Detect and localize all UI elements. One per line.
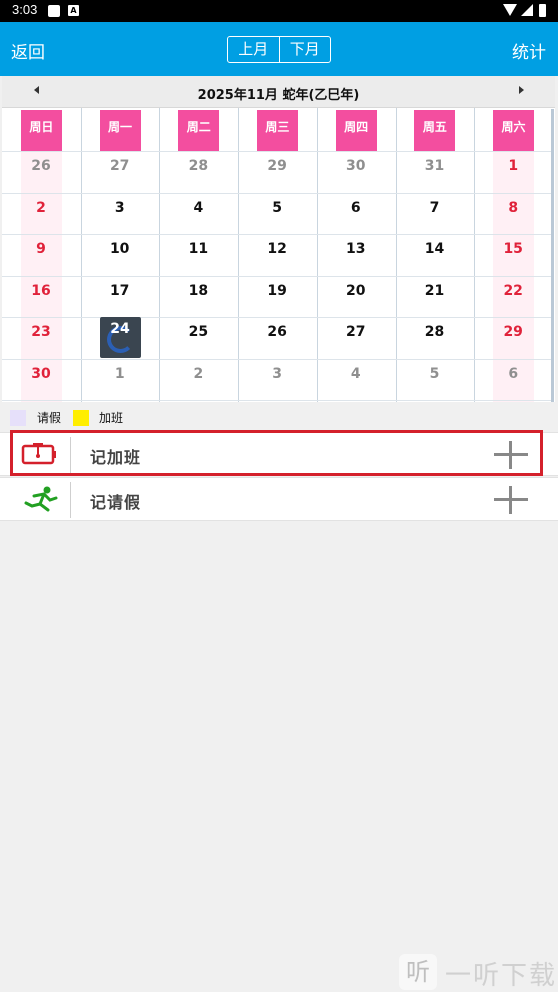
overtime-legend-label: 加班 [99,411,124,425]
calendar-day[interactable]: 31 [396,154,474,178]
status-bar: 3:03 A [0,0,558,22]
watermark-text: 一听下载 [445,961,558,991]
calendar-day[interactable]: 8 [474,196,552,220]
add-overtime-plus-icon[interactable] [494,441,528,469]
row-divider [2,151,553,152]
today-day-cell[interactable]: 24 [99,317,141,358]
add-leave-plus-icon[interactable] [494,486,528,514]
legend: 请假 加班 [0,404,558,430]
row-divider [2,358,553,360]
calendar-day[interactable]: 27 [317,320,395,344]
calendar-day[interactable]: 3 [238,362,316,386]
calendar-day[interactable]: 26 [238,320,316,344]
calendar-title: 2025年11月 蛇年(乙巳年) [197,88,360,103]
prev-month-button[interactable]: 上月 [228,37,280,62]
calendar-day[interactable]: 5 [396,362,474,386]
record-leave-row[interactable]: 记请假 [0,477,558,521]
calendar-day[interactable]: 5 [238,196,316,220]
signal-icon [521,4,533,16]
status-time: 3:03 [12,2,38,17]
calendar-day[interactable]: 11 [159,237,237,261]
today-day-number: 24 [110,321,130,337]
calendar-day[interactable]: 3 [81,196,159,220]
top-app-bar: 返回 上月 下月 统计 [0,22,558,76]
calendar-day[interactable]: 16 [2,279,80,303]
leave-swatch [10,410,26,426]
notification-icon [48,5,60,17]
record-overtime-row[interactable]: 记加班 [0,432,558,476]
next-arrow-icon[interactable] [519,86,524,94]
calendar-day[interactable]: 23 [2,320,80,344]
calendar-day[interactable]: 22 [474,279,552,303]
watermark-logo-icon: 听 [399,954,437,990]
calendar-day[interactable]: 30 [317,154,395,178]
calendar: 2025年11月 蛇年(乙巳年) 周日 周一 周二 周三 周四 周五 周六 26 27 28 29 3… [2,76,555,402]
calendar-day[interactable]: 10 [81,237,159,261]
weekday-header: 周五 [414,110,456,151]
weekday-header: 周三 [256,110,298,151]
calendar-day[interactable]: 17 [81,279,159,303]
calendar-day[interactable]: 6 [317,196,395,220]
calendar-day[interactable]: 29 [474,320,552,344]
app-notification-icon: A [68,5,79,16]
calendar-day[interactable]: 26 [2,154,80,178]
divider [70,482,71,518]
row-divider [2,234,553,235]
calendar-scrollbar [551,109,554,402]
calendar-day[interactable]: 30 [2,362,80,386]
statistics-button[interactable]: 统计 [512,38,546,63]
calendar-day[interactable]: 15 [474,237,552,261]
row-divider [2,317,553,318]
calendar-day[interactable]: 1 [474,154,552,178]
calendar-day[interactable]: 20 [317,279,395,303]
calendar-day[interactable]: 2 [2,196,80,220]
calendar-day[interactable]: 27 [81,154,159,178]
calendar-day[interactable]: 4 [159,196,237,220]
wifi-icon [503,4,517,16]
weekday-header: 周日 [20,110,62,151]
calendar-day[interactable]: 2 [159,362,237,386]
row-divider [2,275,553,277]
record-overtime-label: 记加班 [90,448,142,467]
calendar-day[interactable]: 18 [159,279,237,303]
calendar-day[interactable]: 28 [396,320,474,344]
calendar-day[interactable]: 28 [159,154,237,178]
weekday-header: 周二 [178,110,220,151]
calendar-day[interactable]: 9 [2,237,80,261]
alarm-clock-icon [20,441,60,469]
weekday-header: 周四 [335,110,377,151]
overtime-swatch [73,410,89,426]
calendar-day[interactable]: 13 [317,237,395,261]
calendar-day[interactable]: 29 [238,154,316,178]
calendar-day[interactable]: 6 [474,362,552,386]
battery-icon [539,4,546,17]
weekday-header: 周六 [493,110,535,151]
calendar-day[interactable]: 12 [238,237,316,261]
running-man-icon [20,486,60,514]
weekday-header: 周一 [99,110,141,151]
calendar-day[interactable]: 1 [81,362,159,386]
calendar-day[interactable]: 4 [317,362,395,386]
row-divider [2,400,553,401]
month-switcher: 上月 下月 [227,36,331,63]
back-button[interactable]: 返回 [11,38,45,63]
calendar-header: 2025年11月 蛇年(乙巳年) [2,76,555,108]
calendar-day[interactable]: 25 [159,320,237,344]
divider [70,437,71,473]
calendar-day[interactable]: 7 [396,196,474,220]
watermark: 听 一听下载 [399,950,558,992]
leave-legend-label: 请假 [37,411,62,425]
calendar-day[interactable]: 21 [396,279,474,303]
calendar-day[interactable]: 19 [238,279,316,303]
record-leave-label: 记请假 [90,493,142,512]
calendar-day[interactable]: 14 [396,237,474,261]
next-month-button[interactable]: 下月 [280,37,331,62]
row-divider [2,192,553,194]
